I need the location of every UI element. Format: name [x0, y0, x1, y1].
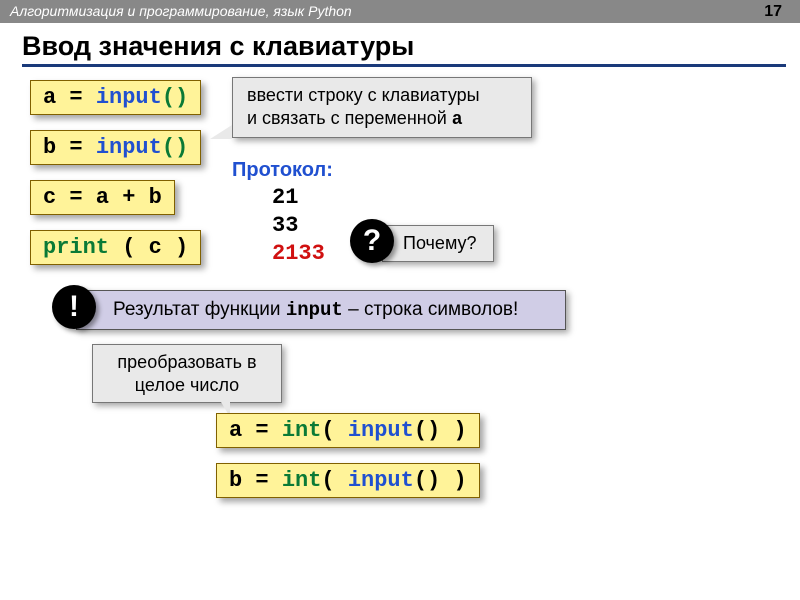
callout-input-explain: ввести строку с клавиатуры и связать с п… — [232, 77, 532, 138]
code-line-3: c = a + b — [30, 180, 175, 215]
title-underline — [22, 64, 786, 67]
exclaim-icon: ! — [69, 290, 79, 324]
code-int-b: b = int( input() ) — [216, 463, 480, 498]
callout-pointer-1 — [210, 115, 232, 139]
code-line-1: a = input() — [30, 80, 201, 115]
protocol-value-2: 33 — [272, 213, 298, 238]
code-line-4: print ( c ) — [30, 230, 201, 265]
question-mark-icon: ? — [363, 224, 381, 258]
protocol-value-1: 21 — [272, 185, 298, 210]
course-header: Алгоритмизация и программирование, язык … — [0, 0, 800, 23]
protocol-value-3: 2133 — [272, 241, 325, 266]
page-title: Ввод значения с клавиатуры — [22, 31, 800, 62]
exclaim-badge: ! — [52, 285, 96, 329]
code-int-a: a = int( input() ) — [216, 413, 480, 448]
callout-why: Почему? — [382, 225, 494, 262]
callout-result: Результат функции input – строка символо… — [76, 290, 566, 330]
code-line-2: b = input() — [30, 130, 201, 165]
protocol-label: Протокол: — [232, 159, 333, 182]
page-number: 17 — [764, 3, 782, 21]
question-badge: ? — [350, 219, 394, 263]
callout-convert: преобразовать в целое число — [92, 344, 282, 403]
course-title: Алгоритмизация и программирование, язык … — [10, 3, 352, 19]
